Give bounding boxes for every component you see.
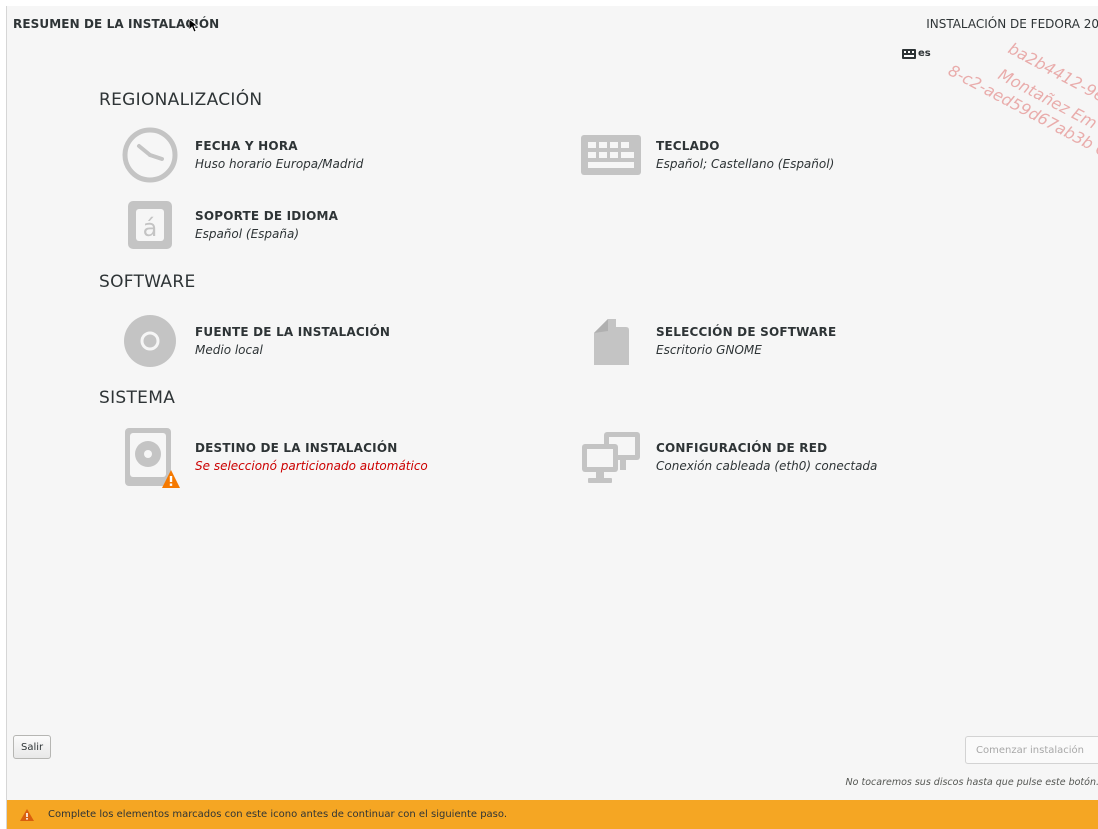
spoke-date-time[interactable]: FECHA Y HORA Huso horario Europa/Madrid	[119, 124, 363, 186]
warning-icon	[20, 808, 34, 821]
spoke-status: Español; Castellano (Español)	[656, 157, 835, 171]
harddisk-icon	[119, 426, 181, 488]
watermark-line: 8-c2-aed59d67ab3b G	[945, 61, 1098, 162]
package-icon	[580, 310, 642, 372]
section-title-system: SISTEMA	[99, 388, 176, 408]
product-title: INSTALACIÓN DE FEDORA 20	[926, 17, 1098, 31]
spoke-software-selection[interactable]: SELECCIÓN DE SOFTWARE Escritorio GNOME	[580, 310, 836, 372]
disc-icon	[119, 310, 181, 372]
svg-text:á: á	[143, 214, 158, 242]
spoke-title: FUENTE DE LA INSTALACIÓN	[195, 325, 391, 339]
watermark-line: Montañez Em	[995, 65, 1098, 133]
spoke-title: TECLADO	[656, 139, 720, 153]
spoke-title: SOPORTE DE IDIOMA	[195, 209, 339, 223]
keyboard-icon	[580, 124, 642, 186]
spoke-status-warning: Se seleccionó particionado automático	[195, 459, 428, 473]
spoke-title: FECHA Y HORA	[195, 139, 298, 153]
spoke-title: SELECCIÓN DE SOFTWARE	[656, 325, 837, 339]
spoke-keyboard[interactable]: TECLADO Español; Castellano (Español)	[580, 124, 834, 186]
keyboard-layout-label: es	[918, 48, 931, 59]
begin-installation-button[interactable]: Comenzar instalación	[965, 736, 1098, 764]
spoke-status: Escritorio GNOME	[656, 343, 762, 357]
mouse-cursor-icon	[188, 18, 200, 37]
spoke-status: Español (España)	[195, 227, 300, 241]
keyboard-mini-icon	[902, 48, 916, 59]
quit-button[interactable]: Salir	[13, 735, 52, 759]
keyboard-layout-indicator[interactable]: es	[902, 48, 931, 59]
spoke-title: CONFIGURACIÓN DE RED	[656, 441, 828, 455]
disk-note: No tocaremos sus discos hasta que pulse …	[845, 777, 1098, 788]
spoke-status: Medio local	[195, 343, 263, 357]
spoke-status: Huso horario Europa/Madrid	[195, 157, 364, 171]
watermark-line: ba2b4412-9e0	[1005, 39, 1098, 111]
clock-icon	[119, 124, 181, 186]
spoke-network[interactable]: CONFIGURACIÓN DE RED Conexión cableada (…	[580, 426, 877, 488]
language-icon: á	[119, 194, 181, 256]
spoke-language[interactable]: á SOPORTE DE IDIOMA Español (España)	[119, 194, 338, 256]
warning-bar: Complete los elementos marcados con este…	[7, 800, 1098, 829]
installer-window: RESUMEN DE LA INSTALACIÓN INSTALACIÓN DE…	[6, 6, 1098, 829]
warning-message: Complete los elementos marcados con este…	[48, 809, 508, 820]
spoke-status: Conexión cableada (eth0) conectada	[656, 459, 878, 473]
spoke-installation-source[interactable]: FUENTE DE LA INSTALACIÓN Medio local	[119, 310, 390, 372]
spoke-installation-destination[interactable]: DESTINO DE LA INSTALACIÓN Se seleccionó …	[119, 426, 428, 488]
section-title-localization: REGIONALIZACIÓN	[99, 90, 263, 110]
spoke-title: DESTINO DE LA INSTALACIÓN	[195, 441, 398, 455]
network-icon	[580, 426, 642, 488]
section-title-software: SOFTWARE	[99, 272, 196, 292]
